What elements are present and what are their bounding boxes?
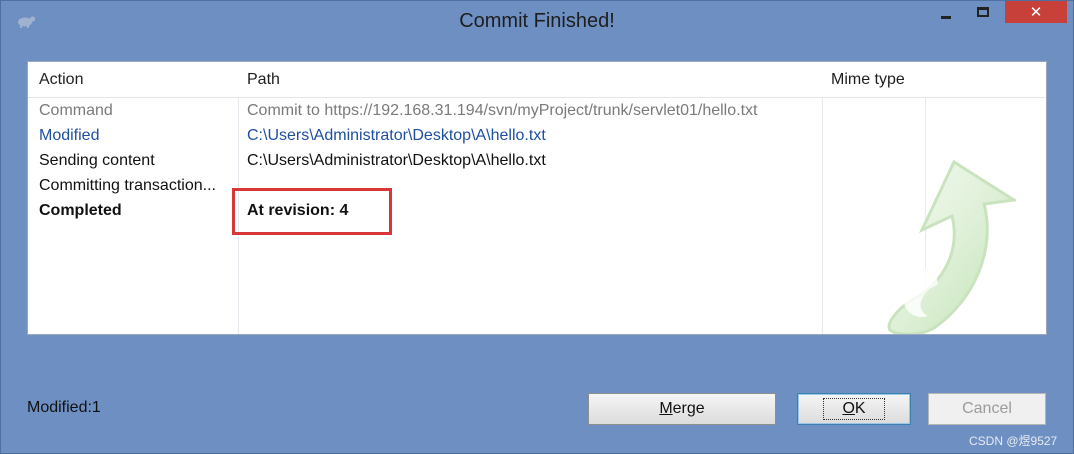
merge-accelerator: M <box>659 400 673 417</box>
revision-highlight-box <box>232 188 392 235</box>
action-cell: Sending content <box>39 152 155 169</box>
list-item[interactable]: Command Commit to https://192.168.31.194… <box>28 102 1046 127</box>
column-header-mime-type[interactable]: Mime type <box>831 71 905 89</box>
commit-finished-dialog: Commit Finished! ✕ Action Path Mime type <box>0 0 1074 454</box>
close-button[interactable]: ✕ <box>1005 1 1067 23</box>
path-cell: C:\Users\Administrator\Desktop\A\hello.t… <box>247 127 546 144</box>
action-cell: Committing transaction... <box>39 177 216 194</box>
maximize-button[interactable] <box>968 1 998 23</box>
path-cell: Commit to https://192.168.31.194/svn/myP… <box>247 102 758 119</box>
watermark: CSDN @煜9527 <box>969 434 1058 448</box>
list-item[interactable]: Committing transaction... <box>28 177 1046 202</box>
list-item[interactable]: Completed At revision: 4 <box>28 202 1046 227</box>
list-item[interactable]: Modified C:\Users\Administrator\Desktop\… <box>28 127 1046 152</box>
cancel-label: Cancel <box>962 400 1012 417</box>
column-header-action[interactable]: Action <box>39 71 83 89</box>
ok-button[interactable]: OK <box>797 393 911 425</box>
status-modified-count: Modified:1 <box>27 399 101 416</box>
window-title: Commit Finished! <box>459 10 615 32</box>
close-icon: ✕ <box>1029 3 1043 21</box>
path-cell: C:\Users\Administrator\Desktop\A\hello.t… <box>247 152 546 169</box>
action-cell: Completed <box>39 202 122 219</box>
commit-log-list[interactable]: Action Path Mime type Command Commit to … <box>27 61 1047 335</box>
cancel-button[interactable]: Cancel <box>928 393 1046 425</box>
action-cell: Modified <box>39 127 100 144</box>
minimize-icon <box>941 15 951 19</box>
list-header: Action Path Mime type <box>28 62 1046 98</box>
focus-rect: OK <box>823 398 885 420</box>
ok-accelerator: O <box>842 400 855 417</box>
maximize-icon <box>977 7 989 17</box>
list-item[interactable]: Sending content C:\Users\Administrator\D… <box>28 152 1046 177</box>
action-cell: Command <box>39 102 113 119</box>
minimize-button[interactable] <box>931 1 961 23</box>
title-bar[interactable]: Commit Finished! ✕ <box>1 1 1073 45</box>
ok-label: K <box>854 400 866 417</box>
merge-label: erge <box>672 400 705 417</box>
column-header-path[interactable]: Path <box>247 71 280 89</box>
merge-button[interactable]: Merge <box>588 393 776 425</box>
